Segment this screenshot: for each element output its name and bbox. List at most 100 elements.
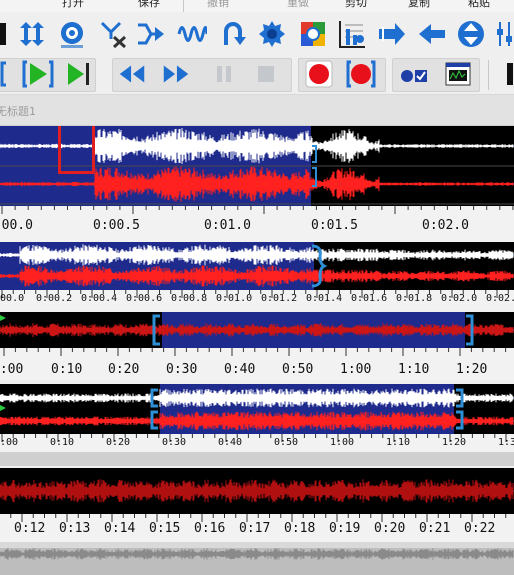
bracket-play-icon <box>0 61 6 87</box>
arrow-left-icon <box>419 24 445 44</box>
fast-forward-button[interactable] <box>160 58 192 90</box>
mix-button[interactable] <box>135 18 167 50</box>
waveform-button[interactable] <box>176 18 208 50</box>
record-options-button[interactable] <box>398 58 430 90</box>
record-button[interactable] <box>303 58 335 90</box>
ruler-label: 0:17 <box>239 521 271 536</box>
rewind-button[interactable] <box>116 58 148 90</box>
menu-divider <box>183 0 184 12</box>
toolbar-transport <box>0 56 514 95</box>
waveform-canvas-2 <box>0 242 514 290</box>
ruler-label: 0:16 <box>194 521 226 536</box>
recorder-window-icon <box>445 62 471 86</box>
expand-icon <box>379 23 405 45</box>
settings-icon <box>259 21 285 47</box>
fast-forward-icon <box>163 65 189 83</box>
play-selection-button[interactable] <box>22 58 54 90</box>
ruler-label: 0:00.0 <box>0 218 33 233</box>
ruler-label: 0:50 <box>282 362 314 377</box>
ruler-label: 0:01.5 <box>311 218 358 233</box>
settings-button[interactable] <box>256 18 288 50</box>
ruler-label: 0:50 <box>274 437 299 448</box>
play-loop-button[interactable] <box>0 58 22 90</box>
trim-icon <box>100 21 127 49</box>
record-loop-icon <box>346 60 376 88</box>
fft-icon <box>339 21 365 48</box>
recorder-window-button[interactable] <box>442 58 474 90</box>
extra-button[interactable] <box>494 58 514 90</box>
time-ruler-1: 0:00.0 0:00.5 0:01.0 0:01.5 0:02.0 <box>0 206 514 242</box>
menu-save[interactable]: 保存 <box>138 0 160 10</box>
pause-button[interactable] <box>208 58 240 90</box>
ruler-label: 0:00.2 <box>36 293 73 304</box>
play-to-end-button[interactable] <box>62 58 94 90</box>
scrollbar-track[interactable] <box>0 452 514 466</box>
time-ruler-4: 0:00 0:10 0:20 0:30 0:40 0:50 1:00 1:10 … <box>0 434 514 452</box>
play-icon <box>22 60 54 88</box>
ruler-label: 0:00 <box>0 362 24 377</box>
select-all-icon <box>20 22 44 46</box>
ruler-label: 0:10 <box>51 362 83 377</box>
toolbar-divider <box>488 60 489 90</box>
trim-button[interactable] <box>97 18 129 50</box>
ruler-label: 0:01.8 <box>396 293 433 304</box>
waveform-panel-3[interactable] <box>0 312 514 348</box>
ruler-label: 1:20 <box>442 437 467 448</box>
waveform-canvas-5 <box>0 468 514 514</box>
ruler-label: 0:01.2 <box>261 293 298 304</box>
expand-button[interactable] <box>376 18 408 50</box>
waveform-canvas-6 <box>0 542 514 575</box>
ruler-label: 0:40 <box>224 362 256 377</box>
ruler-label: 0:02.2 <box>486 293 514 304</box>
arrow-updown-button[interactable] <box>455 18 487 50</box>
ruler-label: 0:20 <box>106 437 131 448</box>
menu-open[interactable]: 打开 <box>62 0 84 10</box>
ruler-label: 0:01.6 <box>351 293 388 304</box>
ruler-label: 0:30 <box>162 437 187 448</box>
eq-icon <box>497 22 512 46</box>
stop-button[interactable] <box>250 58 282 90</box>
ruler-label: 0:40 <box>218 437 243 448</box>
loop-icon <box>224 22 246 45</box>
ruler-label: 0:00.0 <box>0 293 25 304</box>
effects-button[interactable] <box>297 18 329 50</box>
arrow-updown-icon <box>458 21 484 47</box>
rewind-icon <box>119 65 145 83</box>
ruler-label: 1:10 <box>386 437 411 448</box>
stop-icon <box>258 66 274 82</box>
ruler-label: 0:01.4 <box>306 293 343 304</box>
waveform-panel-6[interactable] <box>0 542 514 575</box>
menu-paste[interactable]: 粘贴 <box>468 0 490 10</box>
menu-cut[interactable]: 剪切 <box>345 0 367 10</box>
select-all-button[interactable] <box>16 18 48 50</box>
ruler-label: 0:18 <box>284 521 316 536</box>
ruler-label: 1:10 <box>398 362 430 377</box>
waveform-panel-5[interactable] <box>0 468 514 514</box>
record-icon <box>305 60 333 88</box>
ruler-label: 0:01.0 <box>216 293 253 304</box>
menu-undo[interactable]: 撤销 <box>207 0 229 10</box>
arrow-left-button[interactable] <box>416 18 448 50</box>
waveform-canvas-4 <box>0 384 514 434</box>
loop-button[interactable] <box>217 18 249 50</box>
record-options-icon <box>401 70 427 82</box>
waveform-panel-2[interactable] <box>0 242 514 290</box>
time-ruler-5: 0:12 0:13 0:14 0:15 0:16 0:17 0:18 0:19 … <box>0 514 514 542</box>
waveform-panel-4[interactable] <box>0 384 514 434</box>
ruler-label: 0:15 <box>149 521 181 536</box>
menu-redo[interactable]: 重做 <box>287 0 309 10</box>
ruler-label: 0:13 <box>59 521 91 536</box>
eq-button[interactable] <box>494 18 514 50</box>
waveform-panel-1[interactable] <box>0 126 514 206</box>
time-ruler-3: 0:00 0:10 0:20 0:30 0:40 0:50 1:00 1:10 … <box>0 348 514 380</box>
ruler-label: 0:00.4 <box>81 293 118 304</box>
pause-icon <box>217 66 231 82</box>
auto-scroll-button[interactable] <box>56 18 88 50</box>
fft-button[interactable] <box>336 18 368 50</box>
waveform-canvas-3 <box>0 312 514 348</box>
document-tab[interactable]: 无标题1 <box>0 103 36 119</box>
menu-copy[interactable]: 复制 <box>408 0 430 10</box>
ruler-label: 0:20 <box>374 521 406 536</box>
ruler-label: 0:12 <box>14 521 46 536</box>
record-loop-button[interactable] <box>345 58 377 90</box>
